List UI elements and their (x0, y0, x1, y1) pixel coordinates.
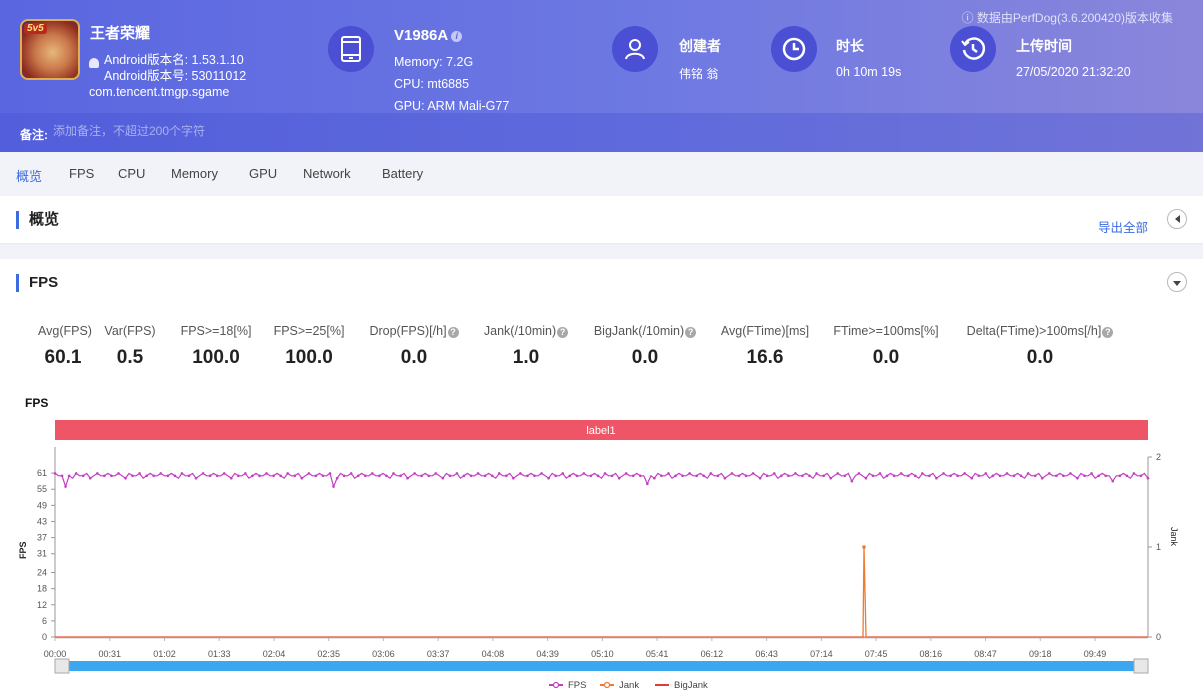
creator-label: 创建者 (679, 38, 721, 54)
android-icon (89, 58, 99, 68)
device-gpu: GPU: ARM Mali-G77 (394, 99, 510, 113)
metric-avg-fps: Avg(FPS) 60.1 (38, 324, 92, 368)
metric-avg-ftime: Avg(FTime)[ms] 16.6 (720, 324, 810, 368)
duration-value: 0h 10m 19s (836, 65, 902, 79)
info-circle-icon: ⓘ (961, 11, 977, 25)
phone-icon (328, 26, 374, 72)
expand-button[interactable] (1167, 272, 1187, 292)
help-icon[interactable]: ? (685, 327, 697, 338)
app-version-code: Android版本号: 53011012 (104, 69, 247, 83)
caret-down-icon (1173, 280, 1181, 286)
metric-fps-25: FPS>=25[%] 100.0 (273, 324, 345, 368)
tab-fps[interactable]: FPS (69, 166, 94, 181)
overview-card: 概览 导出全部 (0, 196, 1203, 243)
range-handle-left[interactable] (54, 658, 70, 674)
metric-bigjank: BigJank(/10min)? 0.0 (592, 324, 698, 369)
app-icon: 5v5 (20, 19, 80, 80)
label-band[interactable] (55, 420, 1148, 440)
tab-battery[interactable]: Battery (382, 166, 423, 181)
tab-memory[interactable]: Memory (171, 166, 218, 181)
metric-var-fps: Var(FPS) 0.5 (104, 324, 156, 368)
device-cpu: CPU: mt6885 (394, 77, 470, 91)
user-icon (612, 26, 658, 72)
metric-ftime-100: FTime>=100ms[%] 0.0 (833, 324, 939, 368)
duration-label: 时长 (836, 38, 864, 54)
device-memory: Memory: 7.2G (394, 55, 474, 69)
upload-value: 27/05/2020 21:32:20 (1016, 65, 1131, 79)
caret-left-icon (1174, 215, 1180, 223)
clock-icon (771, 26, 817, 72)
metric-drop-fps: Drop(FPS)[/h]? 0.0 (368, 324, 460, 369)
report-header: 5v5 王者荣耀 Android版本名: 1.53.1.10 Android版本… (0, 0, 1203, 152)
zoom-range-bar[interactable] (55, 661, 1148, 671)
fps-title: FPS (16, 274, 58, 292)
creator-value: 伟铭 翁 (679, 67, 719, 81)
export-all-link[interactable]: 导出全部 (1098, 217, 1148, 236)
app-icon-badge: 5v5 (24, 23, 47, 34)
info-icon[interactable]: i (451, 31, 463, 42)
range-handle-right[interactable] (1133, 658, 1149, 674)
help-icon[interactable]: ? (557, 327, 569, 338)
note-input[interactable] (53, 124, 453, 138)
metric-delta-ftime: Delta(FTime)>100ms[/h]? 0.0 (963, 324, 1117, 369)
app-package: com.tencent.tmgp.sgame (89, 85, 230, 99)
tab-overview[interactable]: 概览 (16, 166, 42, 185)
metric-jank: Jank(/10min)? 1.0 (481, 324, 571, 369)
help-icon[interactable]: ? (1102, 327, 1114, 338)
chart-title: FPS (25, 396, 49, 410)
tab-gpu[interactable]: GPU (249, 166, 277, 181)
app-name: 王者荣耀 (90, 25, 151, 42)
metric-fps-18: FPS>=18[%] 100.0 (180, 324, 252, 368)
tab-cpu[interactable]: CPU (118, 166, 145, 181)
tab-network[interactable]: Network (303, 166, 351, 181)
help-icon[interactable]: ? (447, 327, 459, 338)
device-model: V1986A i (394, 27, 463, 44)
note-label: 备注: (20, 128, 48, 142)
history-icon (950, 26, 996, 72)
collapse-button[interactable] (1167, 209, 1187, 229)
upload-label: 上传时间 (1016, 38, 1072, 54)
overview-title: 概览 (16, 211, 59, 229)
section-tabs: 概览 FPS CPU Memory GPU Network Battery (0, 152, 1203, 194)
collected-by-note: ⓘ 数据由PerfDog(3.6.200420)版本收集 (961, 11, 1173, 25)
